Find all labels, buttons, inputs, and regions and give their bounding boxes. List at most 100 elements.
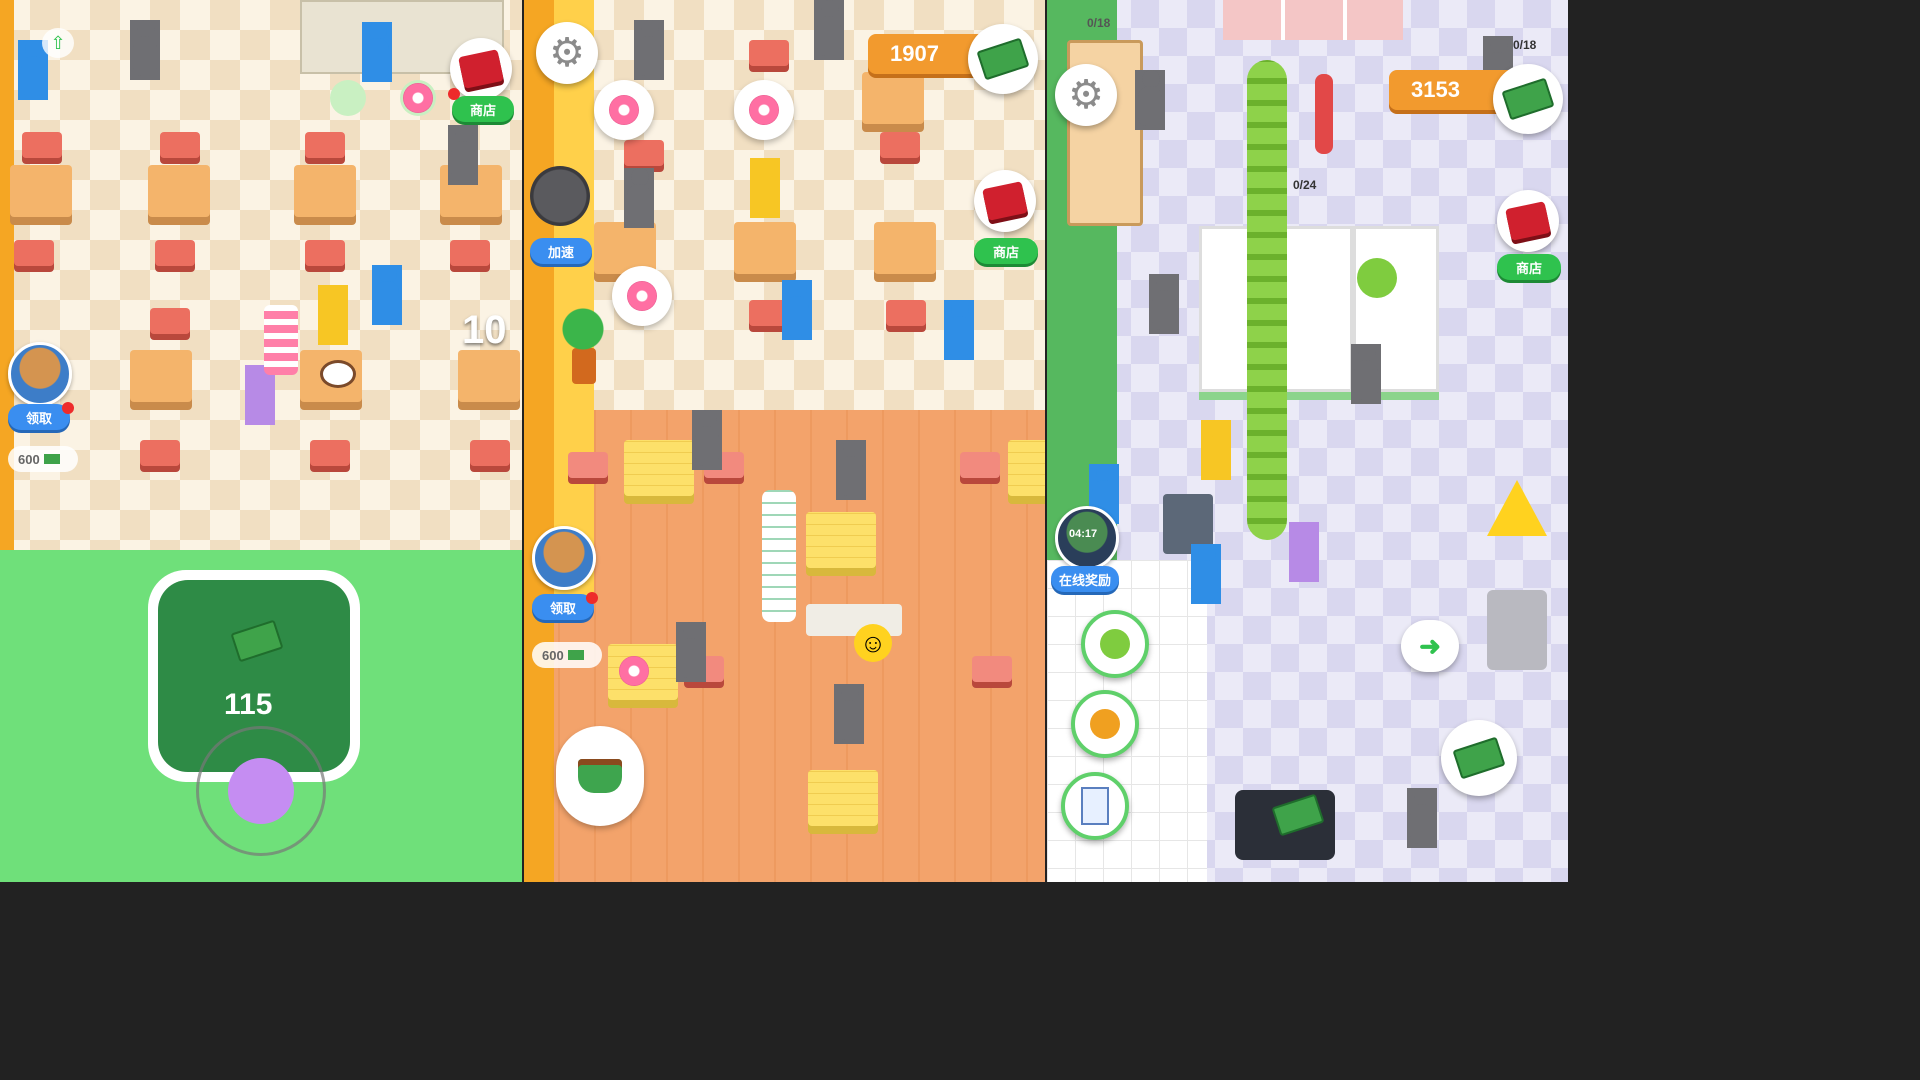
orange-order-button[interactable] <box>1071 690 1139 758</box>
chair <box>14 240 54 266</box>
wall-trim <box>554 0 594 600</box>
donut-icon <box>619 656 649 686</box>
cash-icon <box>567 650 584 660</box>
cash-icon-button <box>1493 64 1563 134</box>
gift-box-icon <box>982 181 1028 221</box>
cash-amount: 115 <box>224 688 273 721</box>
online-timer: 04:17 <box>1069 528 1098 540</box>
donut-spot <box>400 80 436 116</box>
capacity-right: 0/18 <box>1513 38 1537 52</box>
chair <box>140 440 180 466</box>
broccoli-icon <box>1357 258 1397 298</box>
table <box>624 440 694 496</box>
chair <box>624 140 664 166</box>
shop-button[interactable] <box>974 170 1036 232</box>
upgrade-arrow-icon[interactable]: ⇧ <box>42 28 74 58</box>
chair <box>305 240 345 266</box>
chair <box>310 440 350 466</box>
green-arrow-icon: ➜ <box>1419 630 1441 661</box>
gift-box-icon <box>1505 201 1551 241</box>
donut-icon <box>749 95 779 125</box>
gear-icon: ⚙ <box>549 31 585 75</box>
customer <box>1201 420 1231 480</box>
claim-label: 领取 <box>549 600 576 616</box>
money-amount: 1907 <box>890 41 939 66</box>
reward-avatar[interactable] <box>8 342 72 406</box>
customer <box>624 168 654 228</box>
player-character <box>1289 522 1319 582</box>
cash-stack-icon <box>1501 77 1555 121</box>
table <box>294 165 356 217</box>
capacity-top: 0/18 <box>1087 16 1111 30</box>
customer <box>814 0 844 60</box>
speedup-icon[interactable] <box>530 166 590 226</box>
customer <box>1351 344 1381 404</box>
collect-cash-button[interactable] <box>1441 720 1517 796</box>
table <box>148 165 210 217</box>
online-reward-button[interactable]: 在线奖励 <box>1051 566 1119 592</box>
donut-stack <box>264 305 298 375</box>
chair <box>470 440 510 466</box>
direction-button[interactable]: ➜ <box>1401 620 1459 672</box>
customer <box>130 20 160 80</box>
order-bubble <box>612 266 672 326</box>
notification-dot <box>448 88 460 100</box>
table <box>1008 440 1045 496</box>
table <box>10 165 72 217</box>
cash-stack-icon <box>1271 793 1325 837</box>
customer <box>1135 70 1165 130</box>
customer <box>372 265 402 325</box>
table <box>862 72 924 124</box>
customer-seated <box>318 285 348 345</box>
shop-label[interactable]: 商店 <box>1497 254 1561 280</box>
orange-icon <box>1090 709 1120 739</box>
cash-briefcase <box>1235 790 1335 860</box>
speedup-button[interactable]: 加速 <box>530 238 592 264</box>
claim-button[interactable]: 领取 <box>532 594 594 620</box>
coffee-cup-icon <box>578 759 622 793</box>
reward-amount-pill: 600 <box>8 446 78 472</box>
customer <box>836 440 866 500</box>
claim-button[interactable]: 领取 <box>8 404 70 430</box>
customer <box>782 280 812 340</box>
counter-top <box>1223 0 1403 40</box>
order-bubble <box>594 80 654 140</box>
table <box>458 350 520 402</box>
settings-button[interactable]: ⚙ <box>536 22 598 84</box>
reward-amount: 600 <box>18 451 40 467</box>
table <box>808 770 878 826</box>
coffee-cup-icon <box>320 360 356 388</box>
speedup-label: 加速 <box>547 244 574 260</box>
donut-on-table <box>619 656 649 686</box>
reward-avatar[interactable] <box>532 526 596 590</box>
chair <box>450 240 490 266</box>
worker <box>1191 544 1221 604</box>
game-panel-left: ⇧ 商店 领取 600 10 115 <box>0 0 522 882</box>
donut-icon <box>403 83 433 113</box>
broccoli-icon <box>1100 629 1130 659</box>
shop-button[interactable] <box>1497 190 1559 252</box>
broccoli-stack <box>1247 60 1287 540</box>
notification-dot <box>62 402 74 414</box>
plate-spot <box>330 80 366 116</box>
broccoli-counter: 0/24 <box>1293 178 1317 192</box>
joystick-knob[interactable] <box>228 758 294 824</box>
shop-label[interactable]: 商店 <box>452 96 514 122</box>
broccoli-order-button[interactable] <box>1081 610 1149 678</box>
table <box>130 350 192 402</box>
customer <box>634 20 664 80</box>
money-amount: 3153 <box>1411 77 1460 102</box>
claim-label: 领取 <box>25 410 52 426</box>
donut-icon <box>627 281 657 311</box>
customer <box>1407 788 1437 848</box>
customer-seated <box>750 158 780 218</box>
cash-icon <box>43 454 60 464</box>
milk-order-button[interactable] <box>1061 772 1129 840</box>
game-panel-middle: ☺ ⚙ 1907 商店 加速 领取 600 <box>524 0 1045 882</box>
shop-label[interactable]: 商店 <box>974 238 1038 264</box>
chair <box>155 240 195 266</box>
table <box>734 222 796 274</box>
floating-count: 10 <box>462 308 507 352</box>
smiley-icon: ☺ <box>854 624 892 662</box>
settings-button[interactable]: ⚙ <box>1055 64 1117 126</box>
